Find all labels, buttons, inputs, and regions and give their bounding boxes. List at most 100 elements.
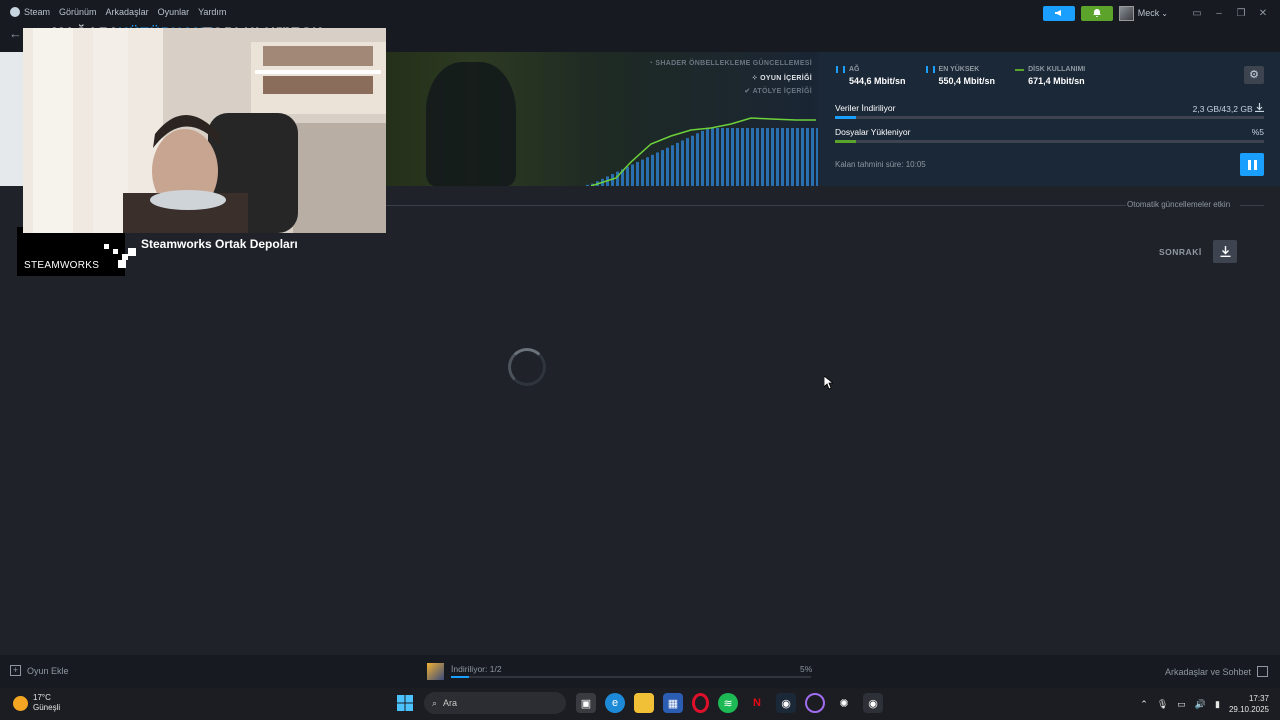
opera-icon[interactable] bbox=[692, 693, 709, 713]
graph-bar bbox=[651, 154, 654, 186]
menu-steam[interactable]: Steam bbox=[24, 7, 50, 17]
network-icon[interactable]: ▭ bbox=[1177, 699, 1186, 710]
graph-bar bbox=[716, 128, 719, 186]
disk-progress-percent: %5 bbox=[1251, 127, 1264, 137]
graph-bar bbox=[586, 184, 589, 186]
graph-bar bbox=[731, 128, 734, 186]
close-icon[interactable]: ✕ bbox=[1252, 8, 1274, 19]
graph-bar bbox=[656, 152, 659, 186]
graph-bar bbox=[631, 164, 634, 186]
battery-icon[interactable]: ▮ bbox=[1215, 699, 1220, 710]
game-thumbnail[interactable] bbox=[427, 663, 444, 680]
megaphone-icon[interactable] bbox=[1042, 5, 1075, 21]
taskbar-apps: ⌕ Ara ▣ e ▦ ≋ N ◉ ✺ ◉ bbox=[395, 692, 892, 714]
content-game: ⁘ OYUN İÇERİĞİ bbox=[751, 74, 812, 82]
menu-games[interactable]: Oyunlar bbox=[158, 7, 190, 17]
download-progress-size: 2,3 GB/43,2 GB bbox=[1193, 103, 1264, 114]
store-icon[interactable]: ▦ bbox=[663, 693, 683, 713]
disk-progress-label: Dosyalar Yükleniyor bbox=[835, 127, 911, 137]
taskbar-search[interactable]: ⌕ Ara bbox=[424, 692, 566, 714]
downloading-label[interactable]: İndiriliyor: 1/2 bbox=[451, 664, 502, 674]
menu-help[interactable]: Yardım bbox=[198, 7, 226, 17]
graph-bar bbox=[661, 150, 664, 186]
webcam-feed bbox=[23, 28, 386, 233]
app-name[interactable]: Steamworks Ortak Depoları bbox=[141, 237, 298, 251]
pause-button[interactable] bbox=[1240, 153, 1264, 176]
minimize-icon[interactable]: – bbox=[1208, 8, 1230, 19]
spotify-icon[interactable]: ≋ bbox=[718, 693, 738, 713]
graph-bar bbox=[761, 128, 764, 186]
download-icon bbox=[1255, 103, 1264, 113]
weather-condition: Güneşli bbox=[33, 703, 61, 712]
graph-bar bbox=[811, 128, 814, 186]
menu-friends[interactable]: Arkadaşlar bbox=[106, 7, 149, 17]
bar-chart-icon bbox=[925, 66, 935, 73]
edge-icon[interactable]: e bbox=[605, 693, 625, 713]
graph-bar bbox=[771, 128, 774, 186]
graph-bar bbox=[686, 138, 689, 186]
chat-icon bbox=[1257, 666, 1268, 677]
app-logo[interactable]: STEAMWORKS bbox=[17, 227, 136, 276]
bar-chart-icon bbox=[836, 66, 845, 73]
graph-bar bbox=[756, 128, 759, 186]
header-edge bbox=[0, 52, 24, 186]
download-progress-bar bbox=[835, 116, 1264, 119]
next-label: SONRAKİ bbox=[1159, 247, 1202, 257]
steam-active-icon[interactable]: ◉ bbox=[863, 693, 883, 713]
menu-bar: Steam Görünüm Arkadaşlar Oyunlar Yardım … bbox=[0, 0, 1280, 24]
download-button[interactable] bbox=[1213, 240, 1237, 263]
chevron-down-icon[interactable]: ⌄ bbox=[1161, 9, 1168, 18]
menu-view[interactable]: Görünüm bbox=[59, 7, 97, 17]
graph-bar bbox=[776, 128, 779, 186]
netflix-icon[interactable]: N bbox=[747, 693, 767, 713]
add-game-button[interactable]: + Oyun Ekle bbox=[10, 665, 69, 676]
taskbar-clock[interactable]: 17:37 29.10.2025 bbox=[1229, 693, 1269, 715]
weather-widget[interactable]: 17°C Güneşli bbox=[13, 693, 60, 713]
big-picture-icon[interactable]: ▭ bbox=[1186, 8, 1208, 19]
remaining-time: Kalan tahmini süre: 10:05 bbox=[835, 160, 926, 169]
obs-icon[interactable] bbox=[805, 693, 825, 713]
download-progress-label: Veriler İndiriliyor bbox=[835, 103, 896, 113]
file-explorer-icon[interactable] bbox=[634, 693, 654, 713]
speaker-icon[interactable]: 🔊 bbox=[1195, 699, 1206, 710]
chevron-up-icon[interactable]: ⌃ bbox=[1140, 699, 1148, 710]
plus-icon: + bbox=[10, 665, 21, 676]
avatar[interactable] bbox=[1118, 5, 1134, 21]
mouse-cursor-icon bbox=[824, 376, 833, 390]
bottom-progress-percent: 5% bbox=[800, 664, 813, 674]
graph-bar bbox=[706, 128, 709, 186]
bottom-progress-bar bbox=[451, 676, 811, 678]
graph-bar bbox=[721, 128, 724, 186]
stat-peak: EN YÜKSEK 550,4 Mbit/sn bbox=[925, 66, 995, 86]
back-arrow-icon[interactable]: ← bbox=[9, 26, 22, 41]
graph-bar bbox=[746, 128, 749, 186]
user-name[interactable]: Meck bbox=[1138, 8, 1160, 18]
graph-bar bbox=[751, 128, 754, 186]
graph-bar bbox=[726, 128, 729, 186]
bell-icon[interactable] bbox=[1080, 5, 1113, 21]
graph-bar bbox=[671, 145, 674, 186]
bottom-bar: + Oyun Ekle İndiriliyor: 1/2 5% Arkadaşl… bbox=[0, 655, 1280, 688]
auto-updates-label: Otomatik güncellemeler etkin bbox=[1127, 200, 1231, 209]
gear-icon[interactable]: ⚙ bbox=[1244, 66, 1264, 84]
chatgpt-icon[interactable]: ✺ bbox=[834, 693, 854, 713]
graph-bar bbox=[701, 130, 704, 186]
task-view-icon[interactable]: ▣ bbox=[576, 693, 596, 713]
microphone-icon[interactable]: 🎙 bbox=[1157, 699, 1168, 710]
graph-bar bbox=[736, 128, 739, 186]
content-type-list: ◔ SHADER ÖNBELLEKLEME GÜNCELLEMESİ ⁘ OYU… bbox=[649, 60, 812, 101]
graph-bar bbox=[816, 128, 818, 186]
graph-bar bbox=[681, 140, 684, 186]
content-shader: ◔ SHADER ÖNBELLEKLEME GÜNCELLEMESİ bbox=[648, 60, 812, 67]
graph-bar bbox=[741, 128, 744, 186]
download-icon bbox=[1220, 246, 1230, 257]
section-divider bbox=[1240, 205, 1264, 206]
steam-icon[interactable]: ◉ bbox=[776, 693, 796, 713]
graph-bar bbox=[626, 166, 629, 186]
maximize-icon[interactable]: ❐ bbox=[1230, 8, 1252, 19]
friends-chat-button[interactable]: Arkadaşlar ve Sohbet bbox=[1165, 666, 1268, 677]
stat-network: AĞ 544,6 Mbit/sn bbox=[836, 66, 906, 86]
graph-bar bbox=[801, 128, 804, 186]
disk-progress-fill bbox=[835, 140, 857, 143]
windows-start-icon[interactable] bbox=[395, 693, 415, 713]
